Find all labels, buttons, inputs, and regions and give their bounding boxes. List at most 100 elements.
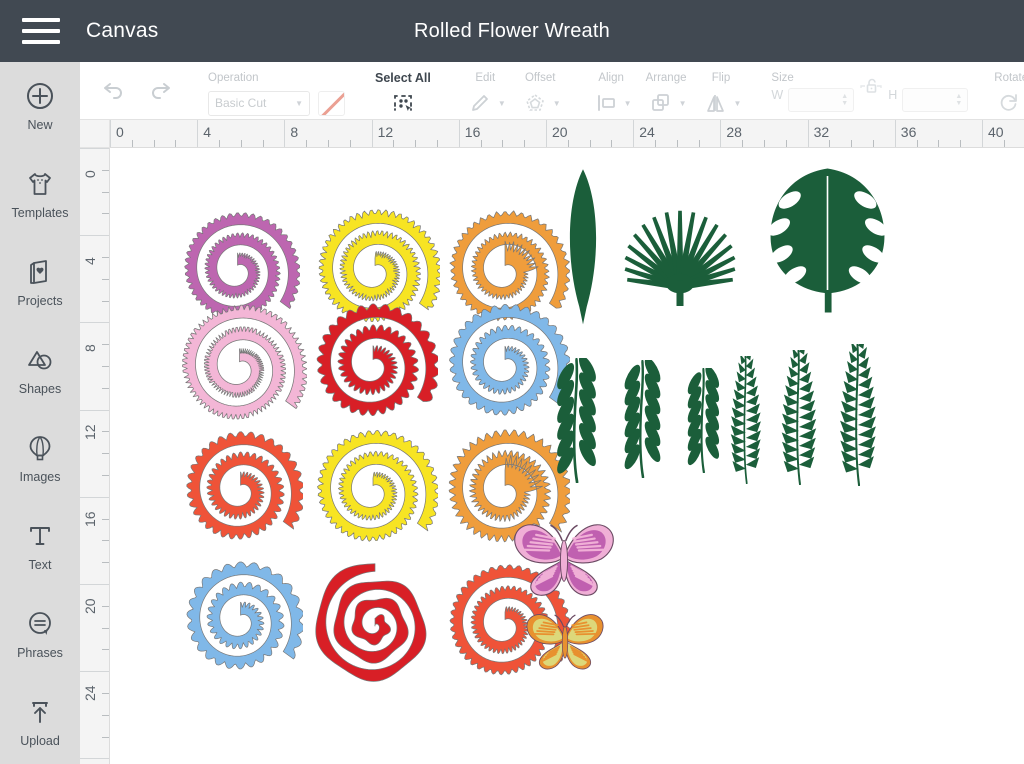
ruler-minor-tick [102,169,109,171]
operation-caption: Operation [208,72,259,84]
size-lock-toggle[interactable] [854,78,888,102]
pencil-icon[interactable] [465,90,495,116]
flip-icon[interactable] [701,90,731,116]
ruler-label: 4 [203,124,211,140]
ruler-minor-tick [102,475,109,476]
undo-arrow-icon[interactable] [98,78,128,104]
ruler-minor-tick [916,140,918,147]
speech-bubble-icon [25,609,55,639]
leaf-fern-2[interactable] [774,343,822,490]
leaf-fern-1[interactable] [724,349,766,489]
rolled-flower-bell-blue[interactable] [178,558,305,688]
ruler-minor-tick [393,140,395,147]
vertical-ruler[interactable]: 0481216202428 [80,148,110,764]
sidebar-item-templates[interactable]: Templates [0,150,80,238]
text-t-icon [25,521,55,551]
ruler-major-tick [458,120,460,147]
canvas-label: Canvas [86,19,159,42]
select-all-icon[interactable] [388,90,418,116]
sidebar-item-images[interactable]: Images [0,414,80,502]
leaf-oval-dark-green[interactable] [552,166,614,331]
ruler-major-tick [80,584,109,585]
rolled-rose-red[interactable] [310,560,440,695]
ruler-minor-tick [764,140,765,147]
design-canvas[interactable] [110,148,1024,764]
ruler-label: 24 [639,124,655,140]
leaf-sprig-1[interactable] [550,355,602,488]
rotate-icon[interactable] [994,90,1024,116]
ruler-minor-tick [349,140,351,147]
chevron-down-icon[interactable]: ▼ [624,99,632,108]
chevron-down-icon[interactable]: ▼ [498,99,506,108]
leaf-fern-3-shape [840,336,876,488]
spinner-arrows-icon[interactable]: ▲ ▼ [841,93,851,107]
ruler-minor-tick [698,140,700,147]
rolled-flower-tulip-yellow[interactable] [308,426,440,561]
ruler-minor-tick [102,366,109,367]
ruler-minor-tick [742,140,744,147]
rolled-flower-tulip-yellow-shape [317,429,440,542]
leaf-sprig-3[interactable] [682,365,724,478]
ruler-minor-tick [240,140,242,147]
sidebar-item-label: Text [28,557,52,572]
ruler-major-tick [110,120,111,147]
height-input[interactable]: ▲ ▼ [902,88,969,112]
ruler-minor-tick [102,257,109,258]
upload-arrow-icon [25,697,55,727]
ruler-minor-tick [415,140,417,147]
operation-select[interactable]: Basic Cut ▼ [208,90,310,116]
ruler-minor-tick [102,344,109,346]
ruler-major-tick [633,120,635,147]
sidebar-item-shapes[interactable]: Shapes [0,326,80,414]
leaf-sprig-2[interactable] [618,357,666,483]
ruler-label: 36 [900,124,917,140]
offset-icon[interactable] [520,90,550,116]
horizontal-ruler[interactable]: 0 4 8 12 16 20 24 28 32 36 40 [110,120,1024,148]
arrange-icon[interactable] [646,90,676,116]
sidebar-item-label: Phrases [17,645,63,660]
ruler-minor-tick [785,140,787,147]
ruler-minor-tick [102,191,109,193]
ruler-minor-tick [611,140,613,147]
leaf-fern-3[interactable] [832,336,882,491]
ruler-label: 32 [813,124,830,140]
hamburger-icon[interactable] [22,18,60,44]
leaf-fan-palm[interactable] [610,166,750,311]
redo-arrow-icon[interactable] [146,78,176,104]
ruler-minor-tick [676,140,678,147]
rolled-flower-comb-pink[interactable] [172,300,308,440]
butterfly-yellow[interactable] [522,610,608,677]
ruler-minor-tick [938,140,940,147]
card-heart-icon [25,257,55,287]
leaf-sprig-2-shape [624,357,661,480]
butterfly-purple[interactable] [508,520,620,603]
rolled-flower-comb-pink-shape [182,304,308,420]
unlocked-padlock-icon [858,78,884,102]
ruler-minor-tick [524,140,526,147]
leaf-fan-palm-shape [624,210,736,306]
sidebar-item-label: Templates [11,205,69,220]
sidebar-item-text[interactable]: Text [0,502,80,590]
select-all-group: Select All [367,62,439,120]
ruler-major-tick [197,120,199,147]
chevron-down-icon[interactable]: ▼ [553,99,561,108]
sidebar-item-upload[interactable]: Upload [0,678,80,764]
sidebar-item-projects[interactable]: Projects [0,238,80,326]
spinner-arrows-icon[interactable]: ▲ ▼ [955,93,965,107]
ruler-minor-tick [873,140,874,147]
rolled-flower-petal-red-shape [316,303,440,417]
align-icon[interactable] [591,90,621,116]
chevron-down-icon[interactable]: ▼ [679,99,687,108]
leaf-monstera[interactable] [760,164,895,319]
width-input[interactable]: ▲ ▼ [788,88,855,112]
rolled-flower-flame-red[interactable] [178,428,305,558]
rolled-flower-petal-red[interactable] [308,300,440,435]
chevron-down-icon[interactable]: ▼ [734,99,742,108]
ruler-label: 12 [82,424,98,440]
ruler-minor-tick [589,140,591,147]
height-label: H [888,88,898,102]
sidebar-item-phrases[interactable]: Phrases [0,590,80,678]
ruler-major-tick [807,120,809,147]
color-swatch-icon[interactable] [318,90,345,116]
sidebar-item-new[interactable]: New [0,62,80,150]
